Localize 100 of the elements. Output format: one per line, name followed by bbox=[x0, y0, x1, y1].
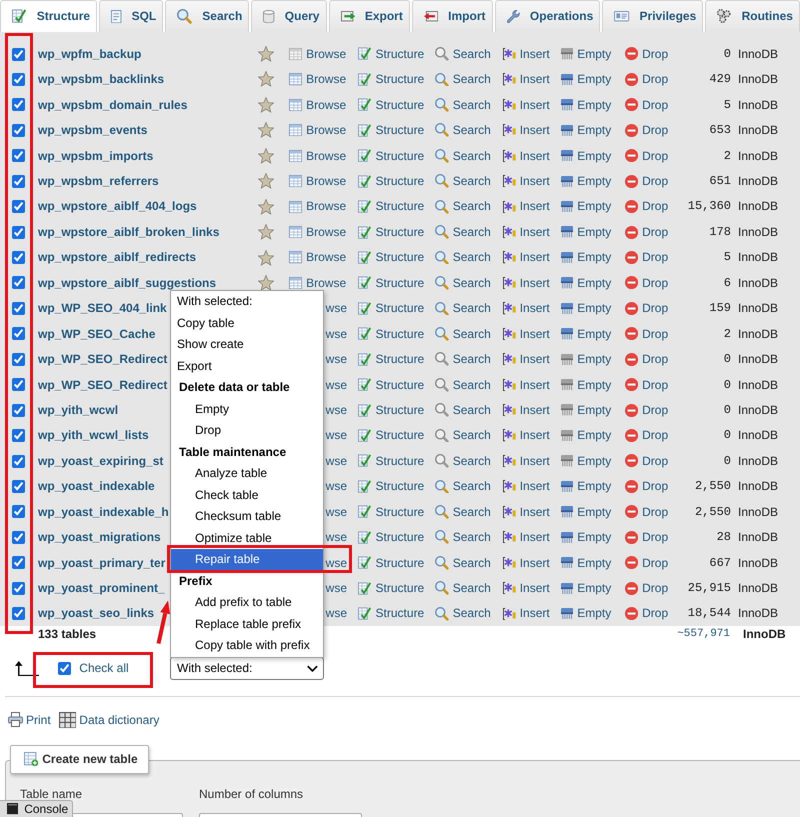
menu-option[interactable]: Check table bbox=[171, 484, 323, 506]
search-link[interactable]: Search bbox=[435, 479, 491, 494]
browse-link[interactable]: wse bbox=[326, 479, 347, 494]
empty-link[interactable]: Empty bbox=[561, 148, 612, 163]
browse-link[interactable]: wse bbox=[326, 326, 347, 342]
browse-link[interactable]: wse bbox=[326, 352, 347, 366]
structure-link[interactable]: Structure bbox=[358, 123, 424, 138]
table-name-link[interactable]: wp_wpsbm_domain_rules bbox=[38, 98, 188, 112]
browse-link[interactable]: Browse bbox=[289, 199, 346, 214]
browse-link[interactable]: wse bbox=[326, 504, 347, 520]
empty-link[interactable]: Empty bbox=[561, 72, 612, 87]
table-name-link[interactable]: wp_yoast_primary_ter bbox=[38, 556, 166, 570]
browse-link[interactable]: wse bbox=[326, 606, 347, 621]
table-name-link[interactable]: wp_wpsbm_referrers bbox=[38, 174, 159, 188]
structure-link[interactable]: Structure bbox=[358, 46, 424, 62]
table-name-link[interactable]: wp_wpstore_aiblf_broken_links bbox=[38, 224, 220, 240]
menu-option[interactable]: Empty bbox=[171, 398, 323, 420]
table-name-link[interactable]: wp_yoast_migrations bbox=[38, 530, 161, 545]
search-link[interactable]: Search bbox=[435, 556, 491, 570]
drop-link[interactable]: Drop bbox=[625, 606, 668, 621]
table-name-link[interactable]: wp_wpstore_aiblf_redirects bbox=[38, 250, 196, 265]
search-link[interactable]: Search bbox=[435, 276, 491, 290]
structure-link[interactable]: Structure bbox=[358, 199, 424, 214]
structure-link[interactable]: Structure bbox=[358, 352, 424, 366]
menu-option[interactable]: Copy table bbox=[171, 312, 323, 334]
insert-link[interactable]: Insert bbox=[503, 199, 550, 214]
structure-link[interactable]: Structure bbox=[358, 72, 424, 87]
empty-link[interactable]: Empty bbox=[561, 352, 612, 366]
table-name-link[interactable]: wp_wpfm_backup bbox=[38, 46, 142, 62]
browse-link[interactable]: wse bbox=[326, 556, 347, 570]
insert-link[interactable]: Insert bbox=[503, 352, 550, 366]
empty-link[interactable]: Empty bbox=[561, 46, 612, 62]
browse-link[interactable]: wse bbox=[326, 378, 347, 392]
row-checkbox[interactable] bbox=[12, 48, 25, 61]
search-link[interactable]: Search bbox=[435, 454, 491, 468]
console-tab[interactable]: Console bbox=[0, 800, 73, 817]
structure-link[interactable]: Structure bbox=[358, 250, 424, 265]
browse-link[interactable]: wse bbox=[326, 530, 347, 545]
star-icon[interactable] bbox=[258, 274, 274, 291]
insert-link[interactable]: Insert bbox=[503, 98, 550, 112]
browse-link[interactable]: wse bbox=[326, 428, 347, 443]
empty-link[interactable]: Empty bbox=[561, 530, 612, 545]
row-checkbox[interactable] bbox=[12, 276, 25, 290]
star-icon[interactable] bbox=[258, 224, 274, 240]
privileges-tab[interactable]: Privileges bbox=[602, 0, 704, 32]
structure-link[interactable]: Structure bbox=[358, 224, 424, 240]
insert-link[interactable]: Insert bbox=[503, 479, 550, 494]
empty-link[interactable]: Empty bbox=[561, 378, 612, 392]
row-checkbox[interactable] bbox=[12, 530, 25, 544]
row-checkbox[interactable] bbox=[12, 378, 25, 392]
search-link[interactable]: Search bbox=[435, 224, 491, 240]
insert-link[interactable]: Insert bbox=[503, 250, 550, 265]
insert-link[interactable]: Insert bbox=[503, 402, 550, 418]
row-checkbox[interactable] bbox=[12, 607, 25, 620]
star-icon[interactable] bbox=[258, 46, 274, 62]
star-icon[interactable] bbox=[258, 96, 274, 113]
insert-link[interactable]: Insert bbox=[503, 326, 550, 342]
table-name-link[interactable]: wp_wpsbm_backlinks bbox=[38, 72, 164, 87]
row-checkbox[interactable] bbox=[12, 251, 25, 264]
browse-link[interactable]: Browse bbox=[289, 174, 346, 188]
insert-link[interactable]: Insert bbox=[503, 148, 550, 163]
import-tab[interactable]: Import bbox=[412, 0, 493, 32]
drop-link[interactable]: Drop bbox=[625, 454, 668, 468]
row-checkbox[interactable] bbox=[12, 149, 25, 162]
empty-link[interactable]: Empty bbox=[561, 581, 612, 596]
star-icon[interactable] bbox=[258, 250, 274, 266]
structure-link[interactable]: Structure bbox=[358, 378, 424, 392]
menu-option[interactable]: Checksum table bbox=[171, 506, 323, 528]
empty-link[interactable]: Empty bbox=[561, 250, 612, 265]
search-link[interactable]: Search bbox=[435, 46, 491, 62]
table-name-link[interactable]: wp_WP_SEO_404_link bbox=[38, 301, 167, 316]
table-name-link[interactable]: wp_WP_SEO_Cache bbox=[38, 326, 156, 342]
empty-link[interactable]: Empty bbox=[561, 174, 612, 188]
empty-link[interactable]: Empty bbox=[561, 606, 612, 621]
drop-link[interactable]: Drop bbox=[625, 199, 668, 214]
drop-link[interactable]: Drop bbox=[625, 98, 668, 112]
search-link[interactable]: Search bbox=[435, 352, 491, 366]
empty-link[interactable]: Empty bbox=[561, 504, 612, 520]
drop-link[interactable]: Drop bbox=[625, 326, 668, 342]
insert-link[interactable]: Insert bbox=[503, 378, 550, 392]
insert-link[interactable]: Insert bbox=[503, 174, 550, 188]
structure-link[interactable]: Structure bbox=[358, 326, 424, 342]
browse-link[interactable]: wse bbox=[326, 402, 347, 418]
search-link[interactable]: Search bbox=[435, 250, 491, 265]
insert-link[interactable]: Insert bbox=[503, 224, 550, 240]
dictionary-link[interactable]: Data dictionary bbox=[58, 712, 160, 728]
table-name-link[interactable]: wp_yoast_seo_links bbox=[38, 606, 154, 621]
export-tab[interactable]: Export bbox=[328, 0, 410, 32]
drop-link[interactable]: Drop bbox=[625, 479, 668, 494]
structure-link[interactable]: Structure bbox=[358, 276, 424, 290]
browse-link[interactable]: Browse bbox=[289, 224, 346, 240]
search-link[interactable]: Search bbox=[435, 581, 491, 596]
check-all-label[interactable]: Check all bbox=[79, 661, 129, 676]
row-checkbox[interactable] bbox=[12, 174, 25, 188]
row-checkbox[interactable] bbox=[12, 352, 25, 366]
routines-tab[interactable]: Routines bbox=[705, 0, 800, 32]
table-name-link[interactable]: wp_yith_wcwl bbox=[38, 402, 118, 418]
insert-link[interactable]: Insert bbox=[503, 428, 550, 443]
search-tab[interactable]: Search bbox=[165, 0, 250, 32]
drop-link[interactable]: Drop bbox=[625, 581, 668, 596]
